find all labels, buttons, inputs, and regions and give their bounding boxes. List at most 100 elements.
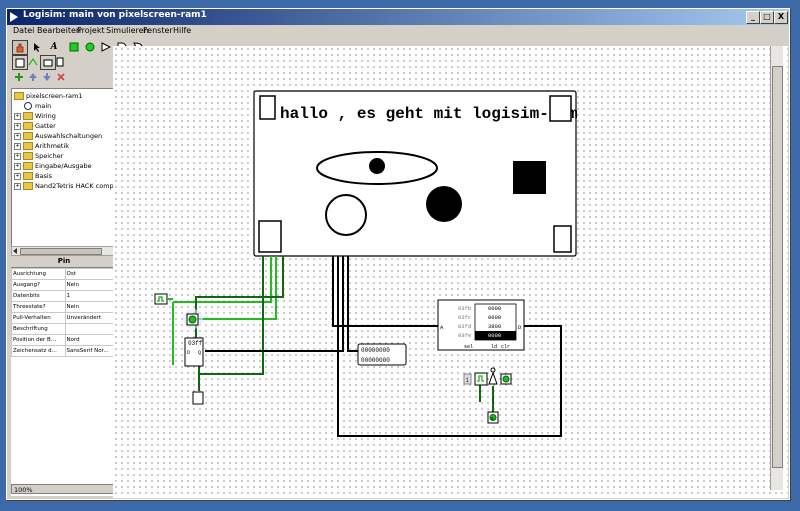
tree-item-label: Nand2Tetris HACK compone bbox=[35, 182, 119, 190]
tree-item-speicher[interactable]: + Speicher bbox=[14, 151, 63, 161]
tree-item-basis[interactable]: + Basis bbox=[14, 171, 52, 181]
output-bits-display[interactable]: 00000000 00000000 bbox=[357, 343, 407, 366]
buffer-gate-icon[interactable] bbox=[99, 40, 113, 53]
tree-item-eingabe[interactable]: + Eingabe/Ausgabe bbox=[14, 161, 92, 171]
tree-item-label: Arithmetik bbox=[35, 142, 70, 150]
screen-pixel-block bbox=[259, 95, 276, 120]
poke-tool-icon[interactable] bbox=[12, 40, 28, 55]
magnifier-icon bbox=[24, 102, 32, 110]
screen-pixel-block bbox=[549, 95, 572, 122]
ram-control-inputs[interactable]: 1 0 bbox=[463, 367, 512, 424]
expand-icon[interactable]: + bbox=[14, 122, 21, 130]
attr-value[interactable]: 1 bbox=[64, 290, 118, 302]
close-button[interactable]: X bbox=[774, 11, 788, 24]
menu-hilfe[interactable]: Hilfe bbox=[173, 26, 191, 35]
attr-value[interactable]: Nein bbox=[64, 301, 118, 313]
ram-value-2: 3800 bbox=[488, 323, 501, 330]
ram-value-1: 0000 bbox=[488, 314, 501, 321]
ram-addr-3: 03fe bbox=[458, 332, 471, 339]
tree-item-gatter[interactable]: + Gatter bbox=[14, 121, 56, 131]
expand-icon[interactable]: + bbox=[14, 182, 21, 190]
ram-port-clr: clr bbox=[501, 344, 510, 350]
expand-icon[interactable]: + bbox=[14, 152, 21, 160]
tree-item-project[interactable]: pixelscreen-ram1 bbox=[14, 91, 82, 101]
attr-row: Beschriftung bbox=[11, 323, 118, 335]
tree-item-wiring[interactable]: + Wiring bbox=[14, 111, 56, 121]
canvas-vertical-scrollbar[interactable] bbox=[770, 46, 783, 490]
pin-led-icon bbox=[188, 315, 197, 324]
attr-value[interactable]: SansSerif Nor... bbox=[64, 345, 118, 357]
attr-row: Position der B... Nord bbox=[11, 334, 118, 346]
maximize-button[interactable]: □ bbox=[760, 11, 774, 24]
ram-addr-2: 03fd bbox=[458, 323, 471, 330]
tree-item-label: Gatter bbox=[35, 122, 56, 130]
tree-item-nand2tetris[interactable]: + Nand2Tetris HACK compone bbox=[14, 181, 119, 191]
menu-projekt[interactable]: Projekt bbox=[77, 26, 105, 35]
expand-icon[interactable]: + bbox=[14, 172, 21, 180]
left-panel: pixelscreen-ram1 main + Wiring + Gatter + A… bbox=[11, 88, 119, 496]
circuit-canvas[interactable]: hallo , es geht mit logisim-ram 03ff D Q… bbox=[113, 46, 788, 498]
tree-item-label: Basis bbox=[35, 172, 53, 180]
attr-key: Datenbits bbox=[11, 290, 66, 302]
attr-row: Pull-Verhalten Unverändert bbox=[11, 312, 118, 324]
folder-icon bbox=[23, 112, 33, 120]
clock-component[interactable] bbox=[154, 293, 173, 305]
ram-component[interactable]: 03fb 03fc 03fd 03fe 0000 0000 3800 0000 … bbox=[437, 299, 525, 351]
add-circuit-icon[interactable] bbox=[12, 70, 26, 83]
tree-item-main[interactable]: main bbox=[24, 101, 51, 111]
pin-led-icon bbox=[502, 375, 510, 383]
attr-value[interactable]: Nein bbox=[64, 279, 118, 291]
screen-dot bbox=[369, 158, 385, 174]
scroll-left-icon[interactable] bbox=[13, 248, 17, 254]
attr-key: Pull-Verhalten bbox=[11, 312, 66, 324]
zoom-status[interactable]: 100% bbox=[11, 484, 117, 494]
counter-register[interactable]: 03ff D Q bbox=[184, 337, 204, 367]
scroll-thumb[interactable] bbox=[20, 248, 102, 255]
menu-datei[interactable]: Datei bbox=[13, 26, 34, 35]
expand-icon[interactable]: + bbox=[14, 142, 21, 150]
appearance-view-icon[interactable] bbox=[26, 55, 40, 68]
attr-key: Ausgang? bbox=[11, 279, 66, 291]
attr-row: Threestate? Nein bbox=[11, 301, 118, 313]
input-pin-tool-icon[interactable] bbox=[67, 40, 81, 53]
text-tool-icon[interactable]: A bbox=[47, 40, 61, 53]
ram-value-0: 0000 bbox=[488, 305, 501, 312]
menu-fenster[interactable]: Fenster bbox=[143, 26, 173, 35]
attr-value[interactable]: Ost bbox=[64, 268, 118, 280]
tree-horizontal-scrollbar[interactable] bbox=[11, 246, 119, 256]
circuit-diagram[interactable]: hallo , es geht mit logisim-ram 03ff D Q… bbox=[113, 46, 788, 498]
delete-circuit-icon[interactable] bbox=[54, 70, 68, 83]
wire-bus bbox=[205, 256, 344, 352]
attr-value[interactable] bbox=[64, 323, 118, 335]
title-bar[interactable]: Logisim: main von pixelscreen-ram1 _ □ X bbox=[7, 9, 789, 25]
output-pin-tool-icon[interactable] bbox=[83, 40, 97, 53]
expand-icon[interactable]: + bbox=[14, 132, 21, 140]
ram-port-sel: sel bbox=[464, 344, 473, 350]
attr-value[interactable]: Nord bbox=[64, 334, 118, 346]
expand-icon[interactable]: + bbox=[14, 162, 21, 170]
wire bbox=[173, 256, 272, 303]
select-tool-icon[interactable] bbox=[30, 40, 44, 53]
toolbar: A bbox=[7, 39, 143, 85]
expand-icon[interactable]: + bbox=[14, 112, 21, 120]
move-down-icon[interactable] bbox=[40, 70, 54, 83]
pixel-screen[interactable]: hallo , es geht mit logisim-ram bbox=[253, 90, 578, 257]
tree-item-arithmetik[interactable]: + Arithmetik bbox=[14, 141, 69, 151]
tree-item-label: Auswahlschaltungen bbox=[35, 132, 103, 140]
tree-item-auswahl[interactable]: + Auswahlschaltungen bbox=[14, 131, 102, 141]
tree-item-label: Wiring bbox=[35, 112, 56, 120]
minimize-button[interactable]: _ bbox=[746, 11, 760, 24]
move-up-icon[interactable] bbox=[26, 70, 40, 83]
attr-value[interactable]: Unverändert bbox=[64, 312, 118, 324]
scroll-thumb[interactable] bbox=[772, 66, 783, 468]
wire bbox=[195, 256, 284, 366]
screen-pixel-block bbox=[553, 225, 572, 253]
ram-addr-1: 03fc bbox=[458, 314, 471, 321]
clock-box bbox=[474, 372, 488, 386]
output-pin-1[interactable] bbox=[183, 309, 203, 329]
menu-bearbeiten[interactable]: Bearbeiten bbox=[37, 26, 81, 35]
document-icon[interactable] bbox=[53, 55, 67, 68]
bits-row-1: 00000000 bbox=[361, 347, 390, 354]
tunnel-splitter[interactable] bbox=[192, 391, 204, 405]
folder-icon bbox=[23, 142, 33, 150]
